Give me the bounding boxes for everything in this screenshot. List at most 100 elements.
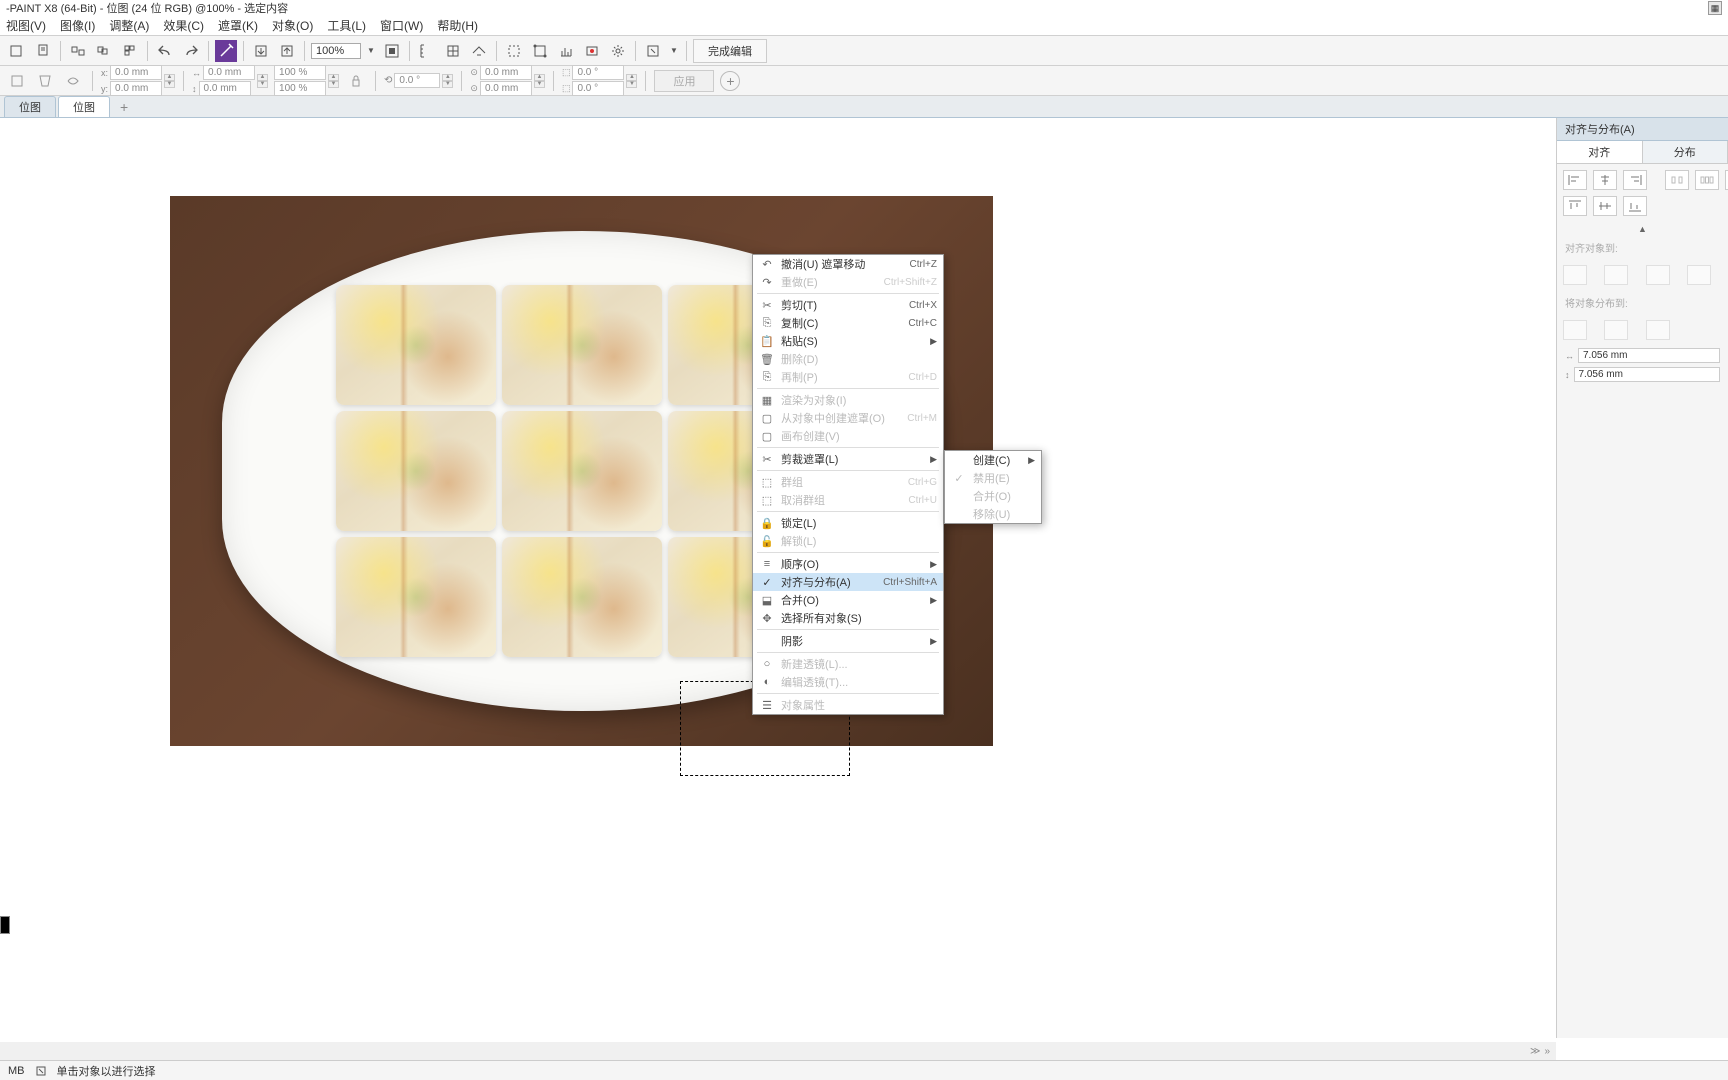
spin-up[interactable]: ▲ [442, 74, 453, 81]
dist-1[interactable] [1665, 170, 1689, 190]
new-tab-icon[interactable]: + [112, 97, 136, 117]
ctx-selall[interactable]: ✥选择所有对象(S) [753, 609, 943, 627]
ctx-shadow[interactable]: 阴影▶ [753, 632, 943, 650]
undo-icon[interactable] [154, 40, 176, 62]
dist-target-1[interactable] [1563, 320, 1587, 340]
spin-down[interactable]: ▼ [164, 81, 175, 88]
spin-up[interactable]: ▲ [328, 74, 339, 81]
doc-tab-1[interactable]: 位图 [4, 96, 56, 117]
color-swatch[interactable] [0, 916, 10, 934]
apply-button[interactable]: 应用 [654, 70, 714, 92]
doc-tab-2[interactable]: 位图 [58, 96, 110, 117]
align-target-3[interactable] [1646, 265, 1670, 285]
tab-align[interactable]: 对齐 [1557, 141, 1643, 163]
menu-adjust[interactable]: 调整(A) [109, 17, 149, 34]
scale-y[interactable]: 100 % [274, 81, 326, 96]
tool-4[interactable] [93, 40, 115, 62]
ctx-lock[interactable]: 🔒锁定(L) [753, 514, 943, 532]
tool-fit[interactable] [381, 40, 403, 62]
ctx-merge[interactable]: ⬓合并(O)▶ [753, 591, 943, 609]
menu-tool[interactable]: 工具(L) [327, 17, 366, 34]
zoom-input[interactable]: 100% [311, 43, 361, 59]
spin-up[interactable]: ▲ [626, 74, 637, 81]
align-center-v[interactable] [1593, 196, 1617, 216]
skew-x[interactable]: 0.0 ° [572, 65, 624, 80]
scroll-bar[interactable]: ≫ » [0, 1042, 1556, 1060]
align-target-1[interactable] [1563, 265, 1587, 285]
prop-shape1[interactable] [6, 70, 28, 92]
align-target-4[interactable] [1687, 265, 1711, 285]
tool-rec[interactable] [581, 40, 603, 62]
skew-y[interactable]: 0.0 ° [572, 81, 624, 96]
ctx-align[interactable]: ✓对齐与分布(A)Ctrl+Shift+A [753, 573, 943, 591]
tool-5[interactable] [119, 40, 141, 62]
align-top[interactable] [1563, 196, 1587, 216]
spacing-v[interactable]: 7.056 mm [1574, 367, 1721, 382]
menu-view[interactable]: 视图(V) [6, 17, 46, 34]
spin-up[interactable]: ▲ [164, 74, 175, 81]
spin-down[interactable]: ▼ [626, 81, 637, 88]
menu-image[interactable]: 图像(I) [60, 17, 95, 34]
zoom-dropdown[interactable]: ▼ [365, 46, 377, 55]
launch-dropdown[interactable]: ▼ [668, 46, 680, 55]
tab-distribute[interactable]: 分布 [1643, 141, 1728, 163]
menu-help[interactable]: 帮助(H) [437, 17, 478, 34]
tool-grid[interactable] [442, 40, 464, 62]
pos-y[interactable]: 0.0 mm [110, 81, 162, 96]
center-x[interactable]: 0.0 mm [480, 65, 532, 80]
lock-ratio-icon[interactable] [345, 70, 367, 92]
spin-up[interactable]: ▲ [257, 74, 268, 81]
menu-object[interactable]: 对象(O) [272, 17, 313, 34]
prop-shape2[interactable] [34, 70, 56, 92]
size-h[interactable]: 0.0 mm [199, 81, 251, 96]
sub-item[interactable]: 创建(C)▶ [945, 451, 1041, 469]
tool-import[interactable] [250, 40, 272, 62]
align-target-2[interactable] [1604, 265, 1628, 285]
spacing-h[interactable]: 7.056 mm [1578, 348, 1720, 363]
tool-launch[interactable] [642, 40, 664, 62]
tool-export[interactable] [276, 40, 298, 62]
tool-3[interactable] [67, 40, 89, 62]
dist-2[interactable] [1695, 170, 1719, 190]
tool-1[interactable] [6, 40, 28, 62]
dist-target-3[interactable] [1646, 320, 1670, 340]
title-icon[interactable]: ▦ [1708, 1, 1722, 15]
spin-down[interactable]: ▼ [534, 81, 545, 88]
redo-icon[interactable] [180, 40, 202, 62]
ctx-paste[interactable]: 📋粘贴(S)▶ [753, 332, 943, 350]
tool-snap1[interactable] [503, 40, 525, 62]
tool-snap2[interactable] [529, 40, 551, 62]
prop-shape3[interactable] [62, 70, 84, 92]
ctx-cut[interactable]: ✂剪切(T)Ctrl+X [753, 296, 943, 314]
spin-down[interactable]: ▼ [328, 81, 339, 88]
scale-x[interactable]: 100 % [274, 65, 326, 80]
ctx-crop[interactable]: ✂剪裁遮罩(L)▶ [753, 450, 943, 468]
center-y[interactable]: 0.0 mm [480, 81, 532, 96]
ctx-copy[interactable]: ⎘复制(C)Ctrl+C [753, 314, 943, 332]
dist-target-2[interactable] [1604, 320, 1628, 340]
pos-x[interactable]: 0.0 mm [110, 65, 162, 80]
spin-down[interactable]: ▼ [257, 81, 268, 88]
menu-mask[interactable]: 遮罩(K) [218, 17, 258, 34]
menu-window[interactable]: 窗口(W) [380, 17, 423, 34]
align-center-h[interactable] [1593, 170, 1617, 190]
finish-edit-button[interactable]: 完成编辑 [693, 39, 767, 63]
ctx-undo[interactable]: ↶撤消(U) 遮罩移动Ctrl+Z [753, 255, 943, 273]
spin-down[interactable]: ▼ [442, 81, 453, 88]
tool-2[interactable] [32, 40, 54, 62]
tool-wand[interactable] [215, 40, 237, 62]
rotation[interactable]: 0.0 ° [394, 73, 440, 88]
gear-icon[interactable] [607, 40, 629, 62]
plus-icon[interactable]: + [720, 71, 740, 91]
expand-toggle[interactable]: ▲ [1557, 222, 1728, 236]
tool-hist[interactable] [555, 40, 577, 62]
align-left[interactable] [1563, 170, 1587, 190]
ctx-order[interactable]: ≡顺序(O)▶ [753, 555, 943, 573]
spin-up[interactable]: ▲ [534, 74, 545, 81]
tool-guides[interactable] [468, 40, 490, 62]
tool-ruler[interactable] [416, 40, 438, 62]
size-w[interactable]: 0.0 mm [203, 65, 255, 80]
align-right[interactable] [1623, 170, 1647, 190]
menu-effect[interactable]: 效果(C) [163, 17, 204, 34]
align-bottom[interactable] [1623, 196, 1647, 216]
